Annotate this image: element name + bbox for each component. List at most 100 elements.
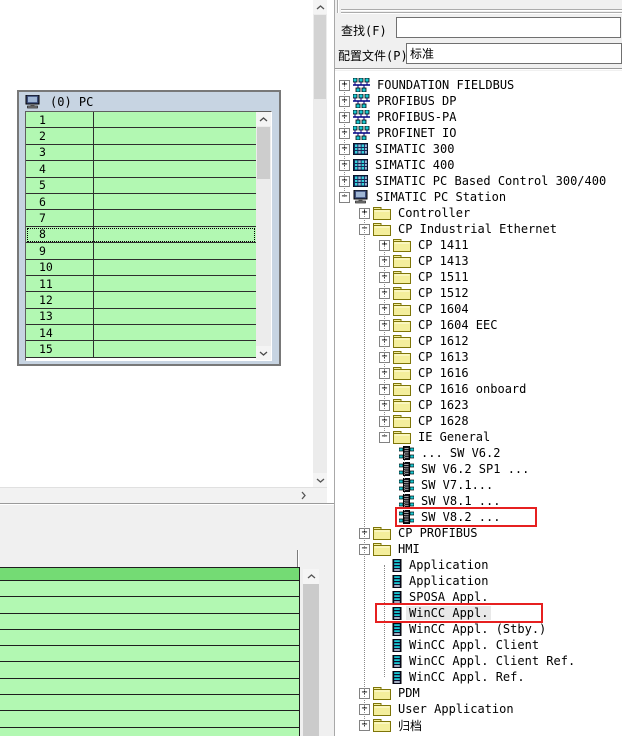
profile-combobox[interactable]: 标准 — [406, 43, 622, 64]
detail-row[interactable] — [0, 662, 299, 678]
detail-row[interactable] — [0, 711, 299, 727]
tree-item-cp-1613[interactable]: +CP 1613 — [335, 349, 622, 365]
tree-item-wincc-appl-ref[interactable]: WinCC Appl. Ref. — [335, 669, 622, 685]
tree-item-cp-1616[interactable]: +CP 1616 — [335, 365, 622, 381]
slot-module-cell[interactable] — [94, 178, 256, 193]
tree-item-wincc-appl-client-ref[interactable]: WinCC Appl. Client Ref. — [335, 653, 622, 669]
detail-row[interactable] — [0, 614, 299, 630]
scrollbar-thumb[interactable] — [257, 127, 270, 179]
column-divider[interactable] — [297, 550, 298, 567]
rack-slot-row[interactable]: 3 — [26, 145, 256, 161]
tree-item-wincc-appl[interactable]: WinCC Appl. — [335, 605, 622, 621]
scroll-down-button[interactable] — [256, 346, 271, 360]
tree-item-profibus-dp[interactable]: +PROFIBUS DP — [335, 93, 622, 109]
scroll-up-button[interactable] — [303, 569, 319, 584]
detail-row[interactable] — [0, 581, 299, 597]
detail-row[interactable] — [0, 728, 299, 736]
tree-item-cp-1511[interactable]: +CP 1511 — [335, 269, 622, 285]
scrollbar-thumb[interactable] — [314, 15, 326, 99]
canvas-vertical-scrollbar[interactable] — [313, 0, 327, 487]
slot-module-cell[interactable] — [94, 194, 256, 209]
station-window-title-bar[interactable]: (0) PC — [19, 92, 279, 111]
tree-item-cp-industrial-ethernet[interactable]: −CP Industrial Ethernet — [335, 221, 622, 237]
scroll-up-button[interactable] — [313, 0, 327, 14]
tree-item-controller[interactable]: +Controller — [335, 205, 622, 221]
tree-item-user-application[interactable]: +User Application — [335, 701, 622, 717]
tree-item-cp-1628[interactable]: +CP 1628 — [335, 413, 622, 429]
tree-item-profibus-pa[interactable]: +PROFIBUS-PA — [335, 109, 622, 125]
tree-item-simatic-pc-station[interactable]: −SIMATIC PC Station — [335, 189, 622, 205]
detail-row[interactable] — [0, 646, 299, 662]
tree-item-wincc-appl-stby[interactable]: WinCC Appl. (Stby.) — [335, 621, 622, 637]
canvas-horizontal-scrollbar[interactable] — [0, 487, 327, 503]
tree-item-profinet-io[interactable]: +PROFINET IO — [335, 125, 622, 141]
slot-module-cell[interactable] — [94, 309, 256, 324]
detail-row[interactable] — [0, 597, 299, 613]
tree-item-cp-1512[interactable]: +CP 1512 — [335, 285, 622, 301]
rack-slot-row[interactable]: 6 — [26, 194, 256, 210]
slot-module-cell[interactable] — [94, 145, 256, 160]
detail-row-selected[interactable] — [0, 568, 299, 581]
station-table-scrollbar[interactable] — [256, 112, 271, 360]
tree-item-application[interactable]: Application — [335, 573, 622, 589]
scroll-up-button[interactable] — [256, 112, 271, 126]
tree-item-pdm[interactable]: +PDM — [335, 685, 622, 701]
slot-module-cell[interactable] — [94, 243, 256, 258]
tree-item-sw-v6-2[interactable]: ... SW V6.2 — [335, 445, 622, 461]
tree-item-cp-1616-onboard[interactable]: +CP 1616 onboard — [335, 381, 622, 397]
tree-item-cp-1604[interactable]: +CP 1604 — [335, 301, 622, 317]
tree-item-ie-general[interactable]: −IE General — [335, 429, 622, 445]
detail-table-scrollbar[interactable] — [303, 569, 319, 736]
slot-module-cell[interactable] — [94, 325, 256, 340]
slot-module-cell[interactable] — [94, 227, 256, 242]
tree-item-cp-1411[interactable]: +CP 1411 — [335, 237, 622, 253]
tree-item-simatic-pc-based-control-300-400[interactable]: +SIMATIC PC Based Control 300/400 — [335, 173, 622, 189]
slot-module-cell[interactable] — [94, 276, 256, 291]
rack-slot-row[interactable]: 12 — [26, 292, 256, 308]
slot-module-cell[interactable] — [94, 210, 256, 225]
tree-item-cp-profibus[interactable]: +CP PROFIBUS — [335, 525, 622, 541]
slot-module-cell[interactable] — [94, 341, 256, 356]
tree-item-simatic-300[interactable]: +SIMATIC 300 — [335, 141, 622, 157]
rack-slot-row[interactable]: 1 — [26, 112, 256, 128]
rack-slot-row[interactable]: 9 — [26, 243, 256, 259]
detail-row[interactable] — [0, 695, 299, 711]
rack-slot-row[interactable]: 14 — [26, 325, 256, 341]
rack-slot-row[interactable]: 8 — [26, 227, 256, 243]
pane-splitter[interactable] — [0, 503, 334, 511]
rack-slot-row[interactable]: 2 — [26, 128, 256, 144]
station-window[interactable]: (0) PC 123456789101112131415 — [17, 90, 281, 366]
slot-module-cell[interactable] — [94, 112, 256, 127]
rack-slot-row[interactable]: 5 — [26, 178, 256, 194]
rack-slot-row[interactable]: 11 — [26, 276, 256, 292]
tree-item-sw-v8-1[interactable]: SW V8.1 ... — [335, 493, 622, 509]
rack-slot-row[interactable]: 15 — [26, 341, 256, 357]
slot-module-cell[interactable] — [94, 260, 256, 275]
rack-slot-row[interactable]: 13 — [26, 309, 256, 325]
tree-item-cp-1413[interactable]: +CP 1413 — [335, 253, 622, 269]
tree-item-wincc-appl-client[interactable]: WinCC Appl. Client — [335, 637, 622, 653]
tree-item-cp-1612[interactable]: +CP 1612 — [335, 333, 622, 349]
rack-slot-row[interactable]: 10 — [26, 260, 256, 276]
slot-module-cell[interactable] — [94, 128, 256, 143]
slot-module-cell[interactable] — [94, 161, 256, 176]
tree-item-simatic-400[interactable]: +SIMATIC 400 — [335, 157, 622, 173]
tree-item-cp-1623[interactable]: +CP 1623 — [335, 397, 622, 413]
scroll-right-button[interactable] — [296, 489, 310, 502]
tree-item-application[interactable]: Application — [335, 557, 622, 573]
find-input[interactable] — [396, 17, 621, 38]
tree-item-sposa-appl[interactable]: SPOSA Appl. — [335, 589, 622, 605]
detail-row[interactable] — [0, 679, 299, 695]
tree-item-cp-1604-eec[interactable]: +CP 1604 EEC — [335, 317, 622, 333]
tree-item-sw-v8-2[interactable]: SW V8.2 ... — [335, 509, 622, 525]
slot-module-cell[interactable] — [94, 292, 256, 307]
tree-item-sw-v6-2-sp1[interactable]: SW V6.2 SP1 ... — [335, 461, 622, 477]
rack-slot-row[interactable]: 4 — [26, 161, 256, 177]
tree-item-foundation-fieldbus[interactable]: +FOUNDATION FIELDBUS — [335, 77, 622, 93]
tree-item-归档[interactable]: +归档 — [335, 717, 622, 733]
tree-item-hmi[interactable]: −HMI — [335, 541, 622, 557]
tree-item-sw-v7-1[interactable]: SW V7.1... — [335, 477, 622, 493]
detail-row[interactable] — [0, 630, 299, 646]
rack-slot-row[interactable]: 7 — [26, 210, 256, 226]
scroll-down-button[interactable] — [313, 473, 327, 487]
